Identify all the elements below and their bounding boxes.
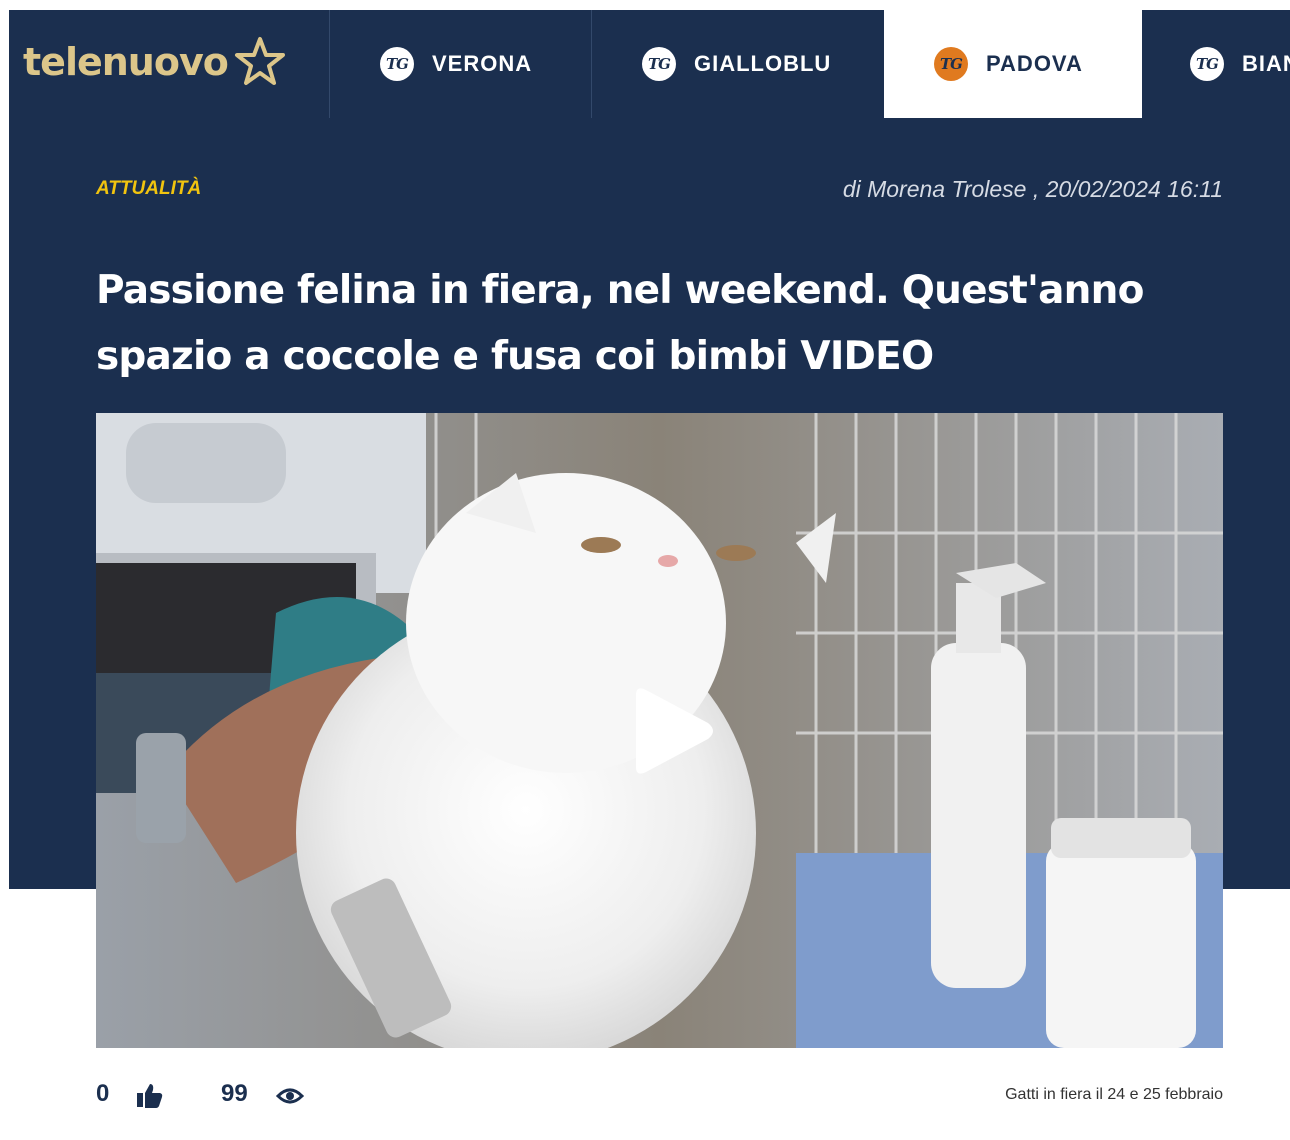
video-player[interactable]: [96, 413, 1223, 1048]
eye-icon: [276, 1088, 304, 1104]
star-icon: [234, 37, 285, 85]
nav-item-label: PADOVA: [986, 51, 1083, 76]
nav-item-gialloblu[interactable]: TG GIALLOBLU: [592, 10, 883, 118]
nav-item-label: BIAN: [1242, 51, 1290, 76]
nav-item-label: VERONA: [432, 51, 533, 76]
article-byline: di Morena Trolese , 20/02/2024 16:11: [842, 176, 1223, 202]
nav-item-label: GIALLOBLU: [694, 51, 832, 76]
tg-badge-icon: TG: [1190, 47, 1224, 81]
site-logo[interactable]: telenuovo: [23, 32, 286, 92]
top-navigation: telenuovo TG VERONA TG GIALLOBLU TG PADO…: [9, 10, 1290, 118]
logo-text: telenuovo: [23, 40, 229, 84]
nav-item-bian[interactable]: TG BIAN: [1142, 10, 1290, 118]
play-icon[interactable]: [626, 685, 718, 777]
like-count: 0: [96, 1080, 110, 1107]
nav-item-padova[interactable]: TG PADOVA: [884, 10, 1142, 118]
article-headline: Passione felina in fiera, nel weekend. Q…: [96, 268, 1144, 379]
view-count: 99: [221, 1080, 248, 1107]
thumbs-up-icon[interactable]: [135, 1083, 163, 1109]
tg-badge-icon: TG: [934, 47, 968, 81]
tg-badge-icon: TG: [380, 47, 414, 81]
article-category[interactable]: ATTUALITÀ: [96, 178, 201, 200]
video-caption: Gatti in fiera il 24 e 25 febbraio: [1005, 1086, 1223, 1103]
tg-badge-icon: TG: [642, 47, 676, 81]
nav-item-verona[interactable]: TG VERONA: [330, 10, 591, 118]
